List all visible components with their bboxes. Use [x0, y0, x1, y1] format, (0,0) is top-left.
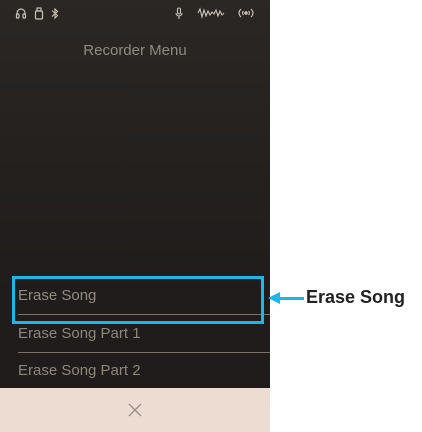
usb-icon — [33, 6, 45, 20]
status-bar — [0, 0, 270, 26]
highlight-box — [12, 276, 264, 324]
menu-item-label: Erase Song Part 1 — [18, 324, 141, 342]
bluetooth-icon — [50, 6, 60, 20]
menu-item-label: Erase Song Part 2 — [18, 361, 141, 379]
bottom-bar — [0, 388, 270, 432]
close-icon[interactable] — [123, 398, 147, 422]
recorder-screen: Recorder Menu Erase Song Erase Song Part… — [0, 0, 270, 432]
screen-title: Recorder Menu — [83, 42, 187, 59]
callout-line — [280, 297, 304, 300]
wireless-icon — [234, 6, 258, 20]
headphones-icon — [14, 6, 28, 20]
callout-label: Erase Song — [306, 287, 406, 307]
waveform-icon — [196, 6, 226, 20]
mic-icon — [174, 6, 184, 20]
menu-item-erase-song-part-2[interactable]: Erase Song Part 2 — [18, 352, 270, 388]
callout-arrow-icon — [268, 292, 280, 304]
